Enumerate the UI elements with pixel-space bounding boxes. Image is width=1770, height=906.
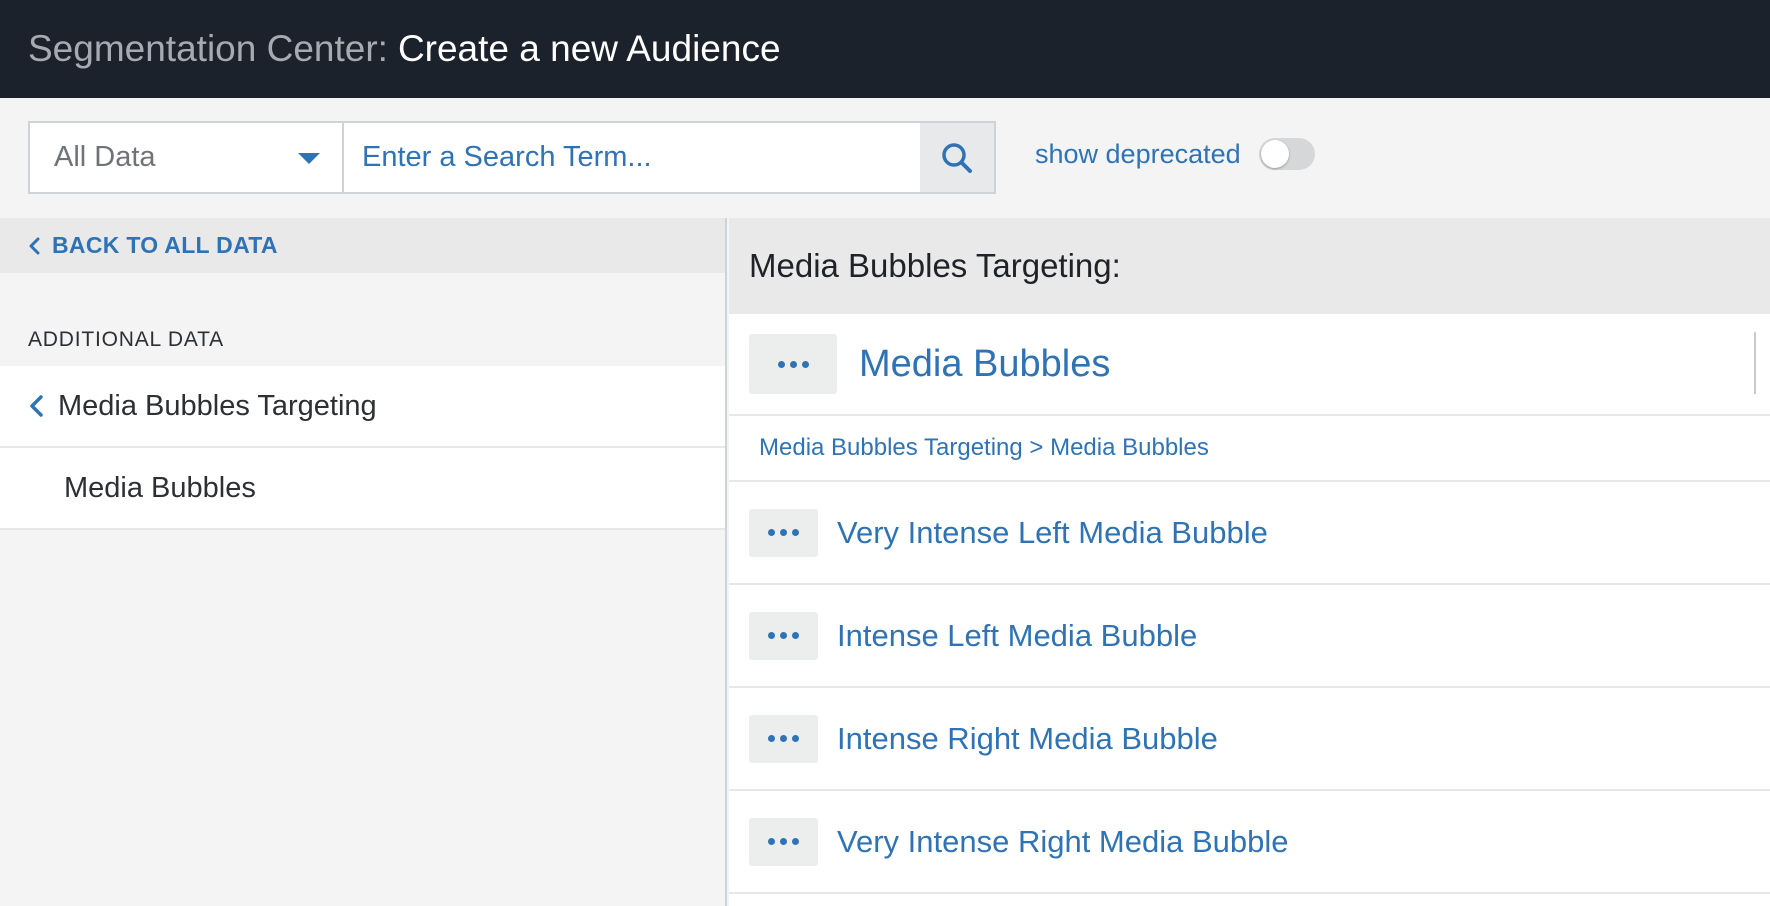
header-prefix: Segmentation Center:	[28, 28, 388, 69]
chevron-left-icon	[30, 395, 43, 417]
category-header: Media Bubbles Targeting:	[729, 218, 1770, 314]
more-dots-icon	[768, 735, 775, 742]
main-panel: Media Bubbles Targeting: Media Bubbles M…	[729, 218, 1770, 906]
more-options-button[interactable]	[749, 714, 818, 763]
page-title: Create a new Audience	[397, 28, 781, 69]
more-options-button[interactable]	[749, 334, 837, 394]
search-icon	[942, 142, 972, 173]
sidebar-section-title: ADDITIONAL DATA	[28, 328, 224, 351]
app-header: Segmentation Center: Create a new Audien…	[0, 0, 1770, 98]
show-deprecated-control: show deprecated	[1035, 138, 1315, 170]
more-options-button[interactable]	[749, 508, 818, 557]
search-box: All Data	[28, 121, 996, 194]
more-dots-icon	[768, 632, 775, 639]
caret-down-icon	[298, 153, 320, 164]
more-dots-icon	[768, 529, 775, 536]
sidebar-item-label: Media Bubbles	[64, 471, 256, 504]
data-source-selected: All Data	[54, 141, 156, 173]
list-item: Very Intense Left Media Bubble	[729, 482, 1770, 585]
sidebar-item-media-bubbles[interactable]: Media Bubbles	[0, 448, 725, 530]
list-item-label[interactable]: Intense Right Media Bubble	[837, 721, 1218, 757]
show-deprecated-toggle[interactable]	[1258, 138, 1315, 170]
list-item-label[interactable]: Very Intense Right Media Bubble	[837, 824, 1289, 860]
back-to-all-data-label: BACK TO ALL DATA	[52, 232, 278, 258]
more-options-button[interactable]	[749, 611, 818, 660]
sidebar-nav-list: Media Bubbles Targeting Media Bubbles	[0, 366, 725, 530]
more-dots-icon	[777, 360, 785, 368]
breadcrumb: Media Bubbles Targeting > Media Bubbles	[729, 416, 1770, 482]
search-toolbar: All Data show deprecated	[0, 98, 1770, 218]
back-to-all-data-link[interactable]: BACK TO ALL DATA	[0, 218, 725, 273]
list-item: Intense Left Media Bubble	[729, 585, 1770, 688]
list-item-label[interactable]: Very Intense Left Media Bubble	[837, 515, 1268, 551]
list-item: Very Intense Right Media Bubble	[729, 791, 1770, 894]
list-item-label[interactable]: Intense Left Media Bubble	[837, 618, 1197, 654]
current-category-row: Media Bubbles	[729, 314, 1770, 416]
search-button[interactable]	[920, 123, 994, 192]
current-category-label[interactable]: Media Bubbles	[859, 343, 1110, 386]
list-item: Intense Right Media Bubble	[729, 688, 1770, 791]
more-dots-icon	[768, 838, 775, 845]
data-source-select[interactable]: All Data	[30, 123, 344, 192]
sidebar-item-label: Media Bubbles Targeting	[58, 389, 377, 422]
more-options-button[interactable]	[749, 817, 818, 866]
breadcrumb-text[interactable]: Media Bubbles Targeting > Media Bubbles	[759, 434, 1209, 462]
toggle-knob	[1260, 140, 1289, 168]
category-header-label: Media Bubbles Targeting:	[749, 247, 1121, 284]
sidebar-item-media-bubbles-targeting[interactable]: Media Bubbles Targeting	[0, 366, 725, 448]
search-input[interactable]	[344, 123, 920, 192]
divider	[1754, 332, 1756, 394]
sidebar: BACK TO ALL DATA ADDITIONAL DATA Media B…	[0, 218, 727, 906]
show-deprecated-label: show deprecated	[1035, 138, 1241, 169]
chevron-left-icon	[29, 237, 40, 254]
